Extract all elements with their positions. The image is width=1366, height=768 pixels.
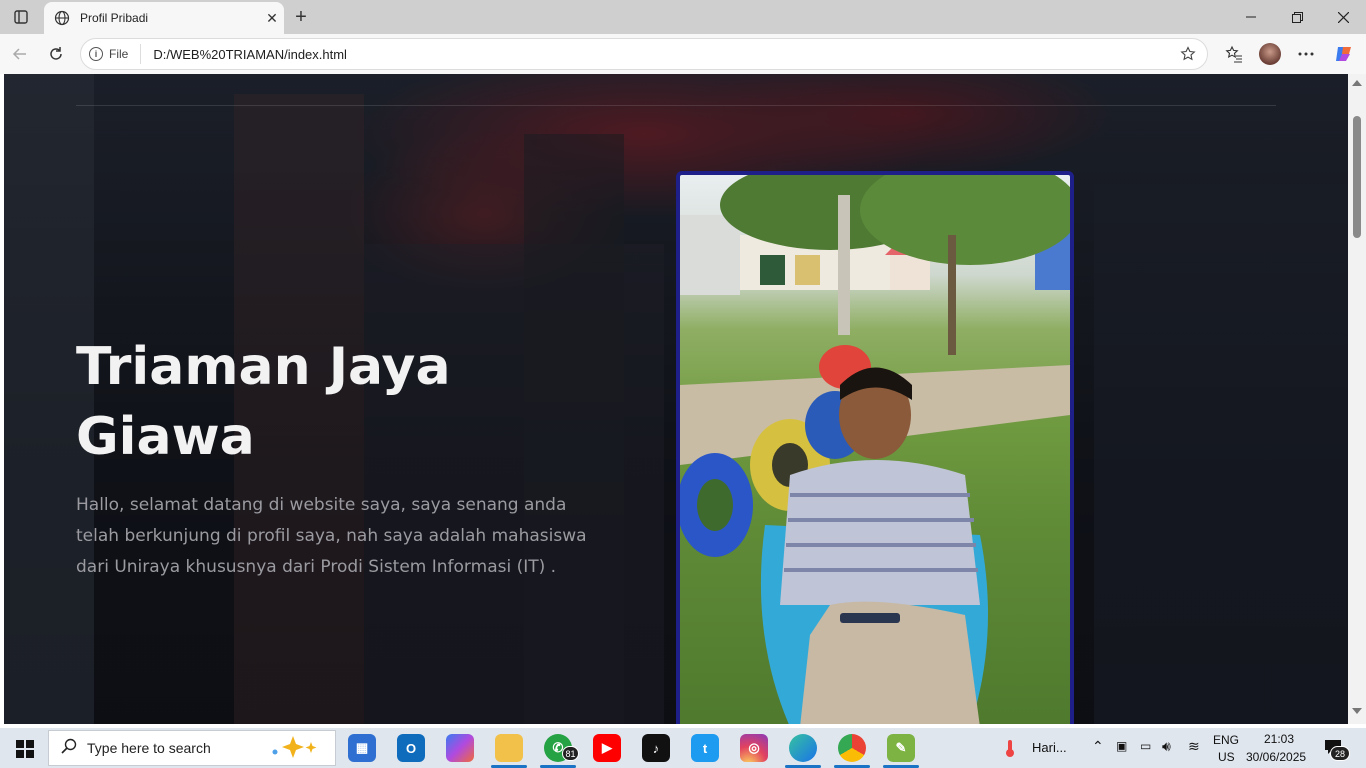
header-divider — [76, 105, 1276, 106]
scrollbar-thumb[interactable] — [1353, 116, 1361, 238]
file-explorer-icon[interactable] — [495, 734, 523, 762]
new-tab-icon[interactable]: + — [288, 4, 314, 30]
clock-date[interactable]: 30/06/2025 — [1246, 750, 1306, 764]
language-top[interactable]: ENG — [1213, 733, 1239, 747]
windows-taskbar: Type here to search ▦ O ✆ 81 ▶ ♪ t ◎ ✎ H… — [0, 728, 1366, 768]
copilot-app-icon[interactable] — [446, 734, 474, 762]
close-tab-icon[interactable]: ✕ — [260, 6, 284, 30]
favorite-star-icon[interactable] — [1175, 41, 1201, 67]
network-icon[interactable]: ≋ — [1188, 738, 1200, 755]
page-viewport: Triaman Jaya Giawa Hallo, selamat datang… — [4, 74, 1348, 724]
refresh-icon[interactable] — [42, 40, 70, 68]
profile-avatar[interactable] — [1256, 40, 1284, 68]
search-placeholder: Type here to search — [87, 740, 211, 756]
hero-name: Triaman Jaya Giawa — [76, 337, 451, 467]
profile-photo — [676, 171, 1074, 724]
weather-label[interactable]: Hari... — [1032, 740, 1067, 755]
page-scrollbar[interactable] — [1348, 74, 1366, 724]
tab-title: Profil Pribadi — [80, 11, 149, 25]
show-hidden-icons-icon[interactable]: ⌃ — [1092, 738, 1104, 755]
tab-active[interactable]: Profil Pribadi ✕ — [44, 2, 284, 34]
clock-time[interactable]: 21:03 — [1264, 732, 1294, 746]
whatsapp-badge: 81 — [562, 746, 579, 761]
search-icon — [61, 738, 77, 759]
favorites-icon[interactable] — [1220, 40, 1248, 68]
url-text[interactable]: D:/WEB%20TRIAMAN/index.html — [153, 47, 1175, 62]
instagram-icon[interactable]: ◎ — [740, 734, 768, 762]
youtube-icon[interactable]: ▶ — [593, 734, 621, 762]
notepad-plus-icon[interactable]: ✎ — [887, 734, 915, 762]
tiktok-icon[interactable]: ♪ — [642, 734, 670, 762]
address-bar[interactable]: i File D:/WEB%20TRIAMAN/index.html — [80, 38, 1208, 70]
tab-bar: Profil Pribadi ✕ + — [0, 0, 1366, 34]
navigation-bar: i File D:/WEB%20TRIAMAN/index.html — [0, 34, 1366, 74]
meet-now-icon[interactable]: ▣ — [1116, 739, 1127, 753]
notification-badge: 28 — [1330, 746, 1350, 761]
search-highlight-icon — [267, 734, 323, 763]
edge-browser-icon[interactable] — [789, 734, 817, 762]
site-info-label: File — [109, 47, 129, 61]
background-building — [1094, 184, 1348, 724]
chrome-icon[interactable] — [838, 734, 866, 762]
site-info-chip[interactable]: i File — [89, 44, 142, 64]
taskbar-search-box[interactable]: Type here to search — [48, 730, 336, 766]
battery-icon[interactable]: ▭ — [1140, 739, 1151, 753]
twitter-icon[interactable]: t — [691, 734, 719, 762]
minimize-icon[interactable] — [1228, 0, 1274, 34]
tab-actions-icon[interactable] — [8, 5, 34, 29]
language-bottom[interactable]: US — [1218, 750, 1235, 764]
weather-icon[interactable] — [1002, 738, 1018, 763]
more-options-icon[interactable] — [1292, 40, 1320, 68]
back-icon[interactable] — [6, 40, 34, 68]
restore-icon[interactable] — [1274, 0, 1320, 34]
windows-start-icon[interactable] — [8, 736, 42, 762]
outlook-icon[interactable]: O — [397, 734, 425, 762]
volume-icon[interactable]: 🔊︎ — [1162, 738, 1171, 755]
info-icon: i — [89, 47, 103, 61]
hero-intro: Hallo, selamat datang di website saya, s… — [76, 495, 587, 577]
microsoft-store-icon[interactable]: ▦ — [348, 734, 376, 762]
close-window-icon[interactable] — [1320, 0, 1366, 34]
copilot-icon[interactable] — [1330, 40, 1358, 68]
globe-icon — [54, 10, 70, 26]
